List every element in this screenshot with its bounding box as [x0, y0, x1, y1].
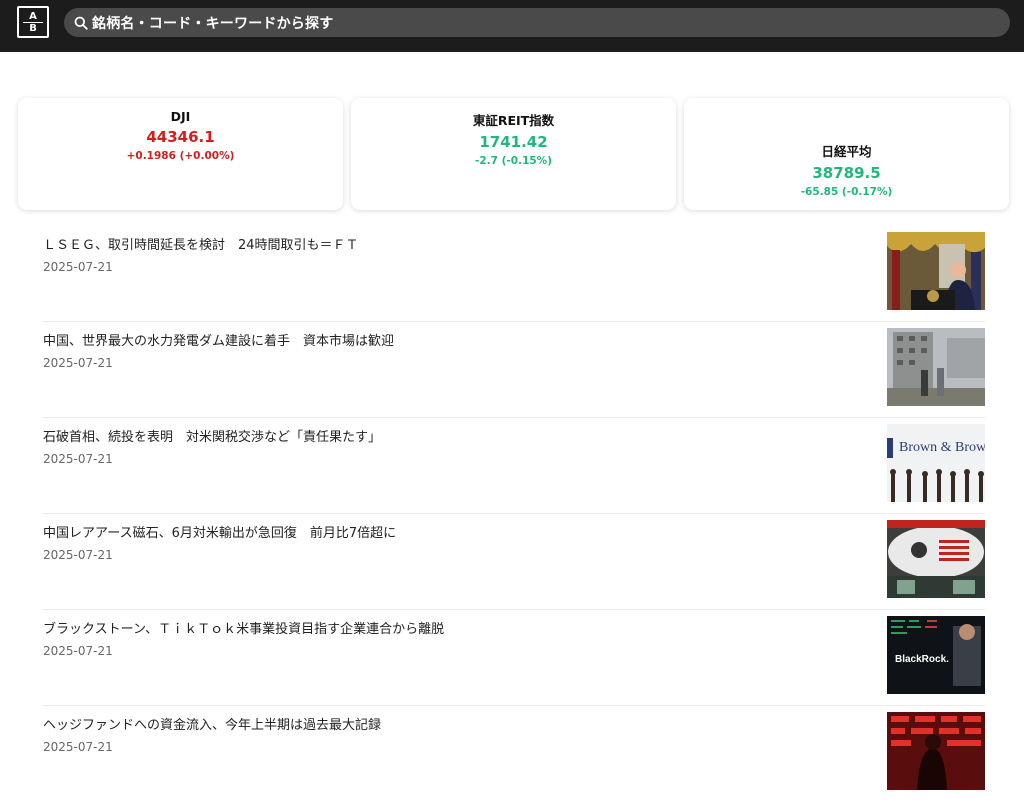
news-title[interactable]: ブラックストーン、ＴｉｋＴｏｋ米事業投資目指す企業連合から離脱: [43, 618, 444, 637]
search-input[interactable]: 銘柄名・コード・キーワードから探す: [64, 8, 1010, 37]
index-name: DJI: [170, 109, 191, 124]
news-item[interactable]: ブラックストーン、ＴｉｋＴｏｋ米事業投資目指す企業連合から離脱 2025-07-…: [43, 610, 985, 706]
news-item[interactable]: 中国レアアース磁石、6月対米輸出が急回復 前月比7倍超に 2025-07-21: [43, 514, 985, 610]
news-title[interactable]: ヘッジファンドへの資金流入、今年上半期は過去最大記録: [43, 714, 381, 733]
news-date: 2025-07-21: [43, 452, 113, 466]
news-thumbnail[interactable]: BlackRock.: [887, 616, 985, 694]
news-item[interactable]: ＬＳＥＧ、取引時間延長を検討 24時間取引も＝ＦＴ 2025-07-21: [43, 226, 985, 322]
news-item[interactable]: 石破首相、続投を表明 対米関税交渉など「責任果たす」 2025-07-21 Br…: [43, 418, 985, 514]
index-value: 38789.5: [812, 164, 881, 182]
news-item[interactable]: 中国、世界最大の水力発電ダム建設に着手 資本市場は歓迎 2025-07-21: [43, 322, 985, 418]
news-item[interactable]: ヘッジファンドへの資金流入、今年上半期は過去最大記録 2025-07-21: [43, 706, 985, 802]
index-value: 44346.1: [146, 128, 215, 146]
news-title[interactable]: ＬＳＥＧ、取引時間延長を検討 24時間取引も＝ＦＴ: [43, 234, 359, 253]
index-card-reit[interactable]: 東証REIT指数 1741.42 -2.7 (-0.15%): [351, 98, 676, 210]
news-thumbnail[interactable]: [887, 232, 985, 310]
news-date: 2025-07-21: [43, 548, 113, 562]
search-icon: [74, 16, 88, 30]
thumbnail-caption: Brown & Brown: [899, 440, 985, 455]
index-name: 日経平均: [821, 144, 872, 159]
news-date: 2025-07-21: [43, 644, 113, 658]
logo[interactable]: A B: [17, 6, 49, 38]
news-list: ＬＳＥＧ、取引時間延長を検討 24時間取引も＝ＦＴ 2025-07-21 中国、…: [43, 226, 985, 802]
news-thumbnail[interactable]: [887, 712, 985, 790]
index-value: 1741.42: [479, 133, 548, 151]
logo-letter-top: A: [29, 10, 37, 22]
news-title[interactable]: 中国レアアース磁石、6月対米輸出が急回復 前月比7倍超に: [43, 522, 396, 541]
news-title[interactable]: 石破首相、続投を表明 対米関税交渉など「責任果たす」: [43, 426, 381, 445]
thumbnail-caption: BlackRock.: [895, 654, 949, 665]
index-card-dji[interactable]: DJI 44346.1 +0.1986 (+0.00%): [18, 98, 343, 210]
news-thumbnail[interactable]: [887, 328, 985, 406]
news-date: 2025-07-21: [43, 260, 113, 274]
index-name: 東証REIT指数: [472, 113, 555, 128]
top-bar: A B 銘柄名・コード・キーワードから探す: [0, 0, 1024, 52]
index-change: -65.85 (-0.17%): [800, 186, 893, 198]
search-placeholder: 銘柄名・コード・キーワードから探す: [92, 15, 334, 32]
news-title[interactable]: 中国、世界最大の水力発電ダム建設に着手 資本市場は歓迎: [43, 330, 394, 349]
index-change: +0.1986 (+0.00%): [126, 150, 235, 162]
index-cards: DJI 44346.1 +0.1986 (+0.00%) 東証REIT指数 17…: [18, 98, 1010, 210]
news-thumbnail[interactable]: Brown & Brown: [887, 424, 985, 502]
logo-letter-bottom: B: [29, 22, 37, 34]
index-change: -2.7 (-0.15%): [475, 155, 552, 167]
news-date: 2025-07-21: [43, 356, 113, 370]
news-thumbnail[interactable]: [887, 520, 985, 598]
index-card-nikkei[interactable]: 日経平均 38789.5 -65.85 (-0.17%): [684, 98, 1009, 210]
news-date: 2025-07-21: [43, 740, 113, 754]
